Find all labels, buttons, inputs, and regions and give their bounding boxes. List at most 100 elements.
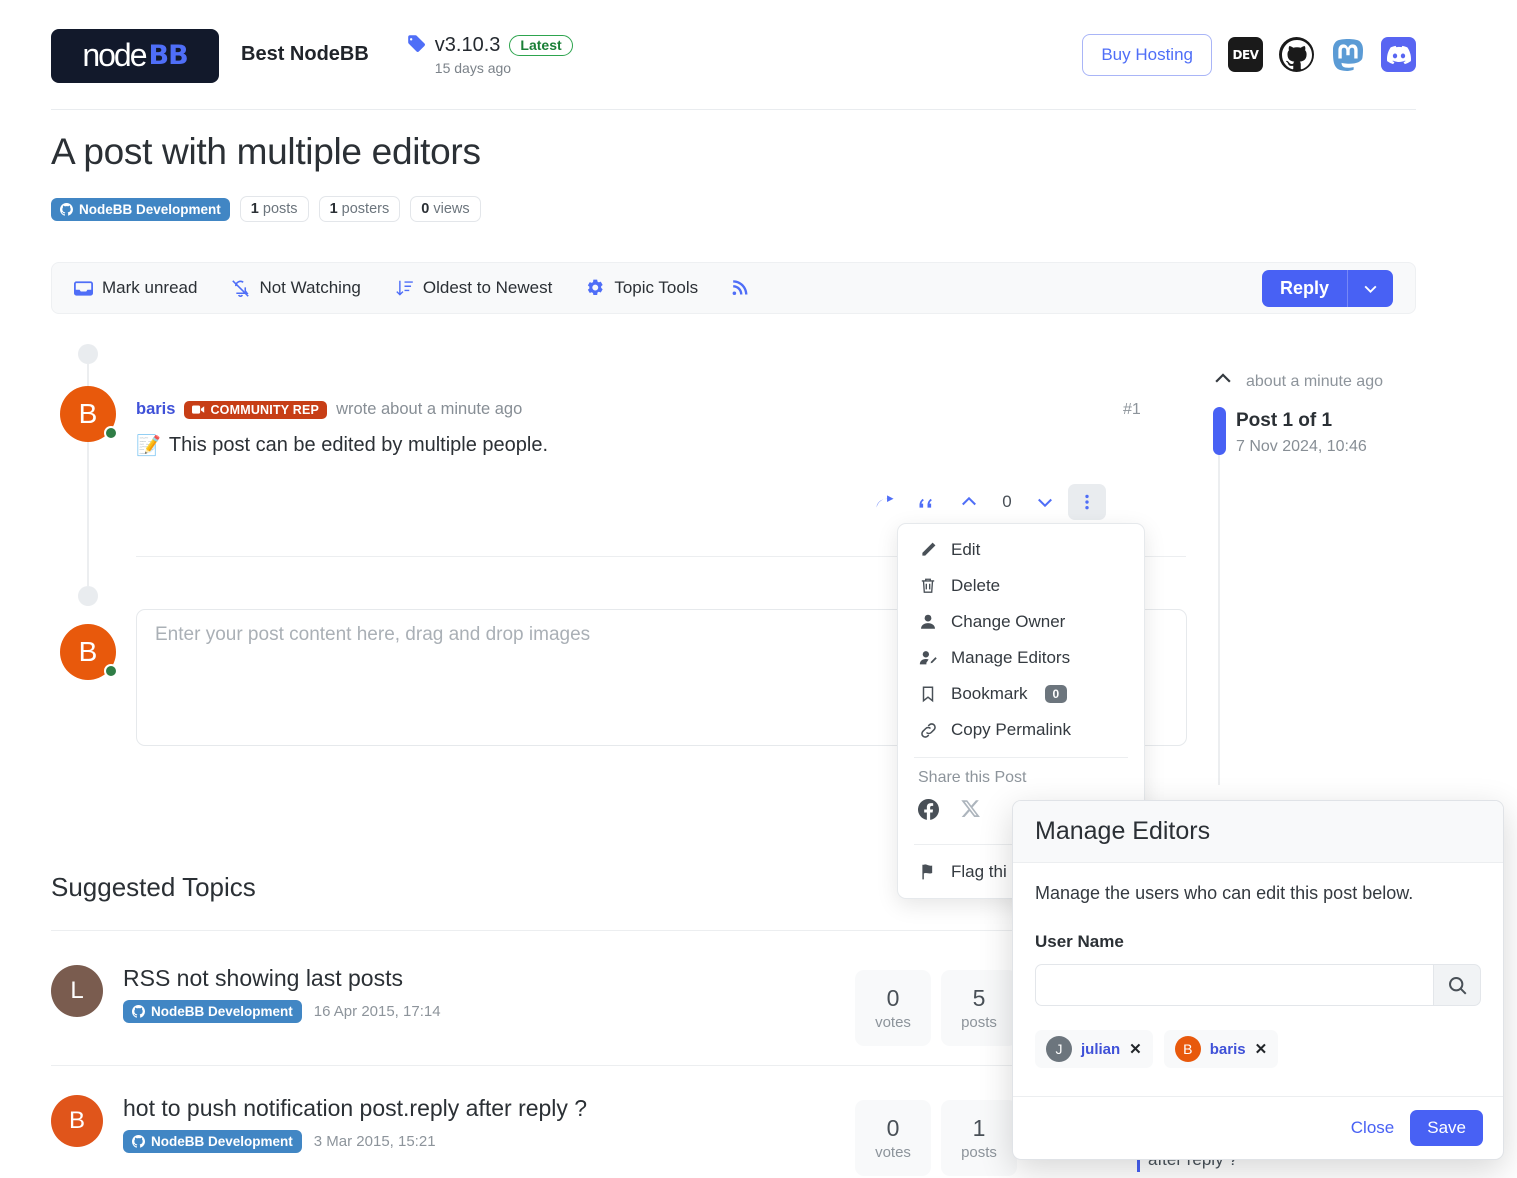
menu-item-change-owner[interactable]: Change Owner bbox=[898, 604, 1144, 640]
post-avatar-letter: B bbox=[78, 398, 98, 429]
mastodon-icon[interactable] bbox=[1330, 37, 1365, 72]
remove-editor-icon[interactable]: ✕ bbox=[1129, 1040, 1142, 1058]
post-text: This post can be edited by multiple peop… bbox=[168, 434, 549, 456]
composer-avatar[interactable]: B bbox=[60, 624, 118, 680]
topic-tools-label: Topic Tools bbox=[614, 278, 699, 297]
search-button[interactable] bbox=[1433, 964, 1481, 1006]
menu-label: Change Owner bbox=[951, 612, 1066, 631]
sort-button[interactable]: Oldest to Newest bbox=[395, 278, 552, 298]
save-button[interactable]: Save bbox=[1410, 1110, 1483, 1146]
close-button[interactable]: Close bbox=[1351, 1118, 1394, 1138]
posts-label: posts bbox=[961, 1014, 997, 1031]
posts-label: posts bbox=[262, 201, 298, 217]
sort-label: Oldest to Newest bbox=[422, 278, 553, 297]
editors-chip-list: J julian ✕ B baris ✕ bbox=[1035, 1030, 1481, 1068]
remove-editor-icon[interactable]: ✕ bbox=[1255, 1040, 1268, 1058]
editor-name: julian bbox=[1081, 1040, 1121, 1058]
github-icon[interactable] bbox=[1279, 37, 1314, 72]
site-header: node BB Best NodeBB v3.10.3 Latest 15 day… bbox=[51, 0, 1416, 110]
x-twitter-icon[interactable] bbox=[961, 799, 980, 825]
posters-label: posters bbox=[341, 201, 390, 217]
downvote-button[interactable] bbox=[1026, 484, 1064, 520]
menu-item-copy-permalink[interactable]: Copy Permalink bbox=[898, 712, 1144, 748]
dev-icon[interactable]: DEV bbox=[1228, 37, 1263, 72]
modal-title: Manage Editors bbox=[1013, 801, 1503, 863]
timeline-line-2 bbox=[87, 442, 89, 586]
category-badge[interactable]: NodeBB Development bbox=[123, 1130, 302, 1153]
posts-value: 1 bbox=[972, 1115, 986, 1141]
logo-bb-text: BB bbox=[148, 40, 189, 71]
manage-editors-modal: Manage Editors Manage the users who can … bbox=[1012, 800, 1504, 1160]
nodebb-logo[interactable]: node BB bbox=[51, 28, 219, 83]
reply-to-post-button[interactable] bbox=[866, 484, 904, 520]
menu-item-bookmark[interactable]: Bookmark 0 bbox=[898, 676, 1144, 712]
menu-separator-1 bbox=[914, 757, 1128, 758]
list-item[interactable]: L RSS not showing last posts NodeBB Deve… bbox=[51, 965, 441, 1023]
buy-hosting-button[interactable]: Buy Hosting bbox=[1082, 33, 1212, 76]
post-avatar[interactable]: B bbox=[60, 386, 118, 442]
tag-icon bbox=[407, 34, 426, 58]
site-title[interactable]: Best NodeBB bbox=[241, 43, 369, 66]
avatar: J bbox=[1046, 1036, 1072, 1062]
menu-label: Delete bbox=[951, 576, 1001, 595]
menu-item-edit[interactable]: Edit bbox=[898, 532, 1144, 568]
post-position-label: Post 1 of 1 bbox=[1236, 410, 1333, 431]
quote-button[interactable] bbox=[908, 484, 946, 520]
editor-chip[interactable]: J julian ✕ bbox=[1035, 1030, 1153, 1068]
memo-emoji-icon: 📝 bbox=[136, 435, 161, 457]
chevron-down-icon[interactable] bbox=[1347, 269, 1393, 307]
views-count: 0 bbox=[421, 201, 430, 217]
modal-description: Manage the users who can edit this post … bbox=[1035, 883, 1414, 903]
menu-label: Flag thi bbox=[951, 862, 1007, 881]
category-badge[interactable]: NodeBB Development bbox=[123, 1000, 302, 1023]
list-item[interactable]: B hot to push notification post.reply af… bbox=[51, 1095, 587, 1153]
post-timeline-rail: B B bbox=[60, 344, 118, 680]
facebook-icon[interactable] bbox=[918, 798, 939, 825]
watching-button[interactable]: Not Watching bbox=[231, 278, 361, 298]
watching-label: Not Watching bbox=[259, 278, 361, 297]
posts-count: 1 bbox=[250, 201, 259, 217]
votes-value: 0 bbox=[886, 1115, 900, 1141]
bell-slash-icon bbox=[231, 279, 250, 298]
discord-icon[interactable] bbox=[1381, 37, 1416, 72]
github-mark-icon bbox=[132, 1135, 145, 1148]
topic-stats: 0 votes 1 posts bbox=[855, 1100, 1017, 1176]
reply-button[interactable]: Reply bbox=[1261, 269, 1393, 307]
avatar: B bbox=[1174, 1036, 1201, 1062]
topic-tools-button[interactable]: Topic Tools bbox=[586, 278, 698, 298]
votes-stat: 0 votes bbox=[855, 1100, 931, 1176]
category-name: NodeBB Development bbox=[151, 1134, 293, 1149]
post-more-menu-button[interactable] bbox=[1068, 484, 1106, 520]
posters-count-pill: 1 posters bbox=[318, 196, 401, 222]
suggested-topics-heading: Suggested Topics bbox=[51, 872, 256, 902]
topic-date: 3 Mar 2015, 15:21 bbox=[313, 1133, 436, 1150]
modal-footer: Close Save bbox=[1013, 1096, 1503, 1159]
user-search-input[interactable] bbox=[1035, 964, 1433, 1006]
avatar[interactable]: L bbox=[51, 965, 103, 1017]
chevron-up-icon[interactable] bbox=[1212, 368, 1234, 395]
avatar-letter: B bbox=[68, 1107, 85, 1134]
topic-title-link[interactable]: hot to push notification post.reply afte… bbox=[123, 1095, 587, 1122]
menu-item-delete[interactable]: Delete bbox=[898, 568, 1144, 604]
upvote-button[interactable] bbox=[950, 484, 988, 520]
composer-online-indicator bbox=[104, 664, 118, 678]
modal-body: Manage the users who can edit this post … bbox=[1013, 863, 1503, 1096]
post-author[interactable]: baris bbox=[136, 400, 175, 419]
avatar-letter: B bbox=[1183, 1041, 1193, 1057]
forum-topic-page: node BB Best NodeBB v3.10.3 Latest 15 day… bbox=[0, 0, 1517, 1178]
mark-unread-button[interactable]: Mark unread bbox=[74, 278, 197, 298]
rss-button[interactable] bbox=[732, 279, 751, 298]
category-badge[interactable]: NodeBB Development bbox=[51, 197, 230, 221]
avatar[interactable]: B bbox=[51, 1095, 103, 1147]
right-timeline-header[interactable]: about a minute ago bbox=[1212, 368, 1383, 395]
post-index[interactable]: #1 bbox=[1123, 401, 1141, 419]
menu-label: Edit bbox=[951, 540, 981, 559]
menu-item-manage-editors[interactable]: Manage Editors bbox=[898, 640, 1144, 676]
posts-count-pill: 1 posts bbox=[239, 196, 309, 222]
editor-chip[interactable]: B baris ✕ bbox=[1163, 1030, 1279, 1068]
pencil-icon bbox=[918, 541, 938, 559]
latest-badge: Latest bbox=[509, 35, 573, 56]
trash-icon bbox=[918, 577, 938, 595]
topic-title-link[interactable]: RSS not showing last posts bbox=[123, 965, 441, 992]
posts-stat: 1 posts bbox=[941, 1100, 1017, 1176]
